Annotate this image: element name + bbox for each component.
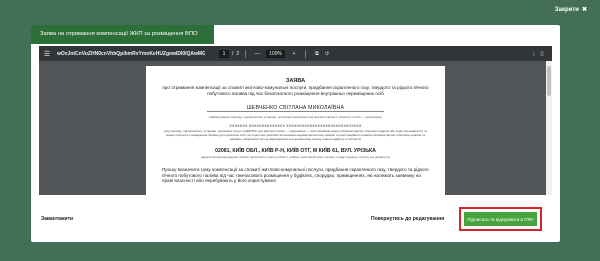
- applicant-address: 02081, КИЇВ ОБЛ., КИЇВ Р-Н, КИЇВ ОТГ, М …: [215, 147, 376, 154]
- download-icon[interactable]: ⤓: [533, 51, 535, 57]
- zoom-controls: — 100% +: [252, 49, 299, 58]
- print-icon[interactable]: ⎙: [540, 51, 544, 57]
- zoom-in-icon[interactable]: +: [289, 51, 299, 57]
- back-to-edit-link[interactable]: Повернутись до редагування: [371, 216, 444, 222]
- zoom-level-input[interactable]: 100%: [266, 49, 285, 58]
- code-caption: (код закладу, підприємства, установи, ор…: [164, 129, 427, 141]
- sign-and-send-button[interactable]: Підписати та відправити в ПФУ: [464, 212, 537, 226]
- close-link[interactable]: Закрити ✖: [554, 6, 587, 14]
- close-icon: ✖: [581, 7, 587, 13]
- document-body: Прошу визначити суму компенсації за спож…: [162, 166, 429, 184]
- fit-page-icon[interactable]: ⧉: [312, 51, 322, 57]
- toolbar-divider: [304, 49, 306, 58]
- highlight-frame: Підписати та відправити в ПФУ: [459, 207, 542, 231]
- document-heading: ЗАЯВА: [285, 78, 306, 84]
- download-link[interactable]: Завантажити: [41, 216, 73, 222]
- menu-icon[interactable]: ☰: [39, 50, 55, 58]
- address-caption: (адреса місцезнаходження області населен…: [200, 154, 391, 159]
- toolbar-actions: ⤓ ⎙: [533, 51, 552, 57]
- close-label: Закрити: [554, 6, 579, 13]
- name-caption: (найменування закладу, підприємства, уст…: [208, 115, 383, 120]
- total-pages: 2: [236, 50, 240, 57]
- pdf-page: ЗАЯВА про отримання компенсації за спожи…: [146, 66, 445, 195]
- masked-line: ХХХХХХХ ХХХХХХХХХХХХХХ ХХХХХХХХХХХХХХХХХ…: [229, 124, 362, 129]
- toolbar-divider: [245, 49, 247, 58]
- document-intro: про отримання компенсації за спожиті жит…: [162, 85, 429, 96]
- applicant-name: ШЕВЧЕНКО СВІТЛАНА МИКОЛАЇВНА: [206, 105, 385, 113]
- pdf-viewer: ☰ wOxJntCnVuZHN0cnVhbQpibmRvYmoKeHUZgowI…: [39, 46, 552, 195]
- modal-title: Заява на отримання компенсації ЖКП за ро…: [31, 25, 214, 44]
- application-modal: Заява на отримання компенсації ЖКП за ро…: [31, 25, 560, 242]
- viewer-scrollbar[interactable]: [546, 61, 552, 195]
- pdf-toolbar: ☰ wOxJntCnVuZHN0cnVhbQpibmRvYmoKeHUZgowI…: [39, 46, 552, 61]
- scrollbar-thumb[interactable]: [547, 66, 551, 96]
- zoom-out-icon[interactable]: —: [252, 51, 262, 57]
- pdf-filename: wOxJntCnVuZHN0cnVhbQpibmRvYmoKeHUZgowIDl…: [57, 50, 205, 57]
- page-separator: /: [232, 50, 234, 57]
- current-page-input[interactable]: 1: [219, 49, 229, 58]
- page-indicator: 1 / 2: [219, 49, 240, 58]
- rotate-icon[interactable]: ↺: [322, 51, 332, 57]
